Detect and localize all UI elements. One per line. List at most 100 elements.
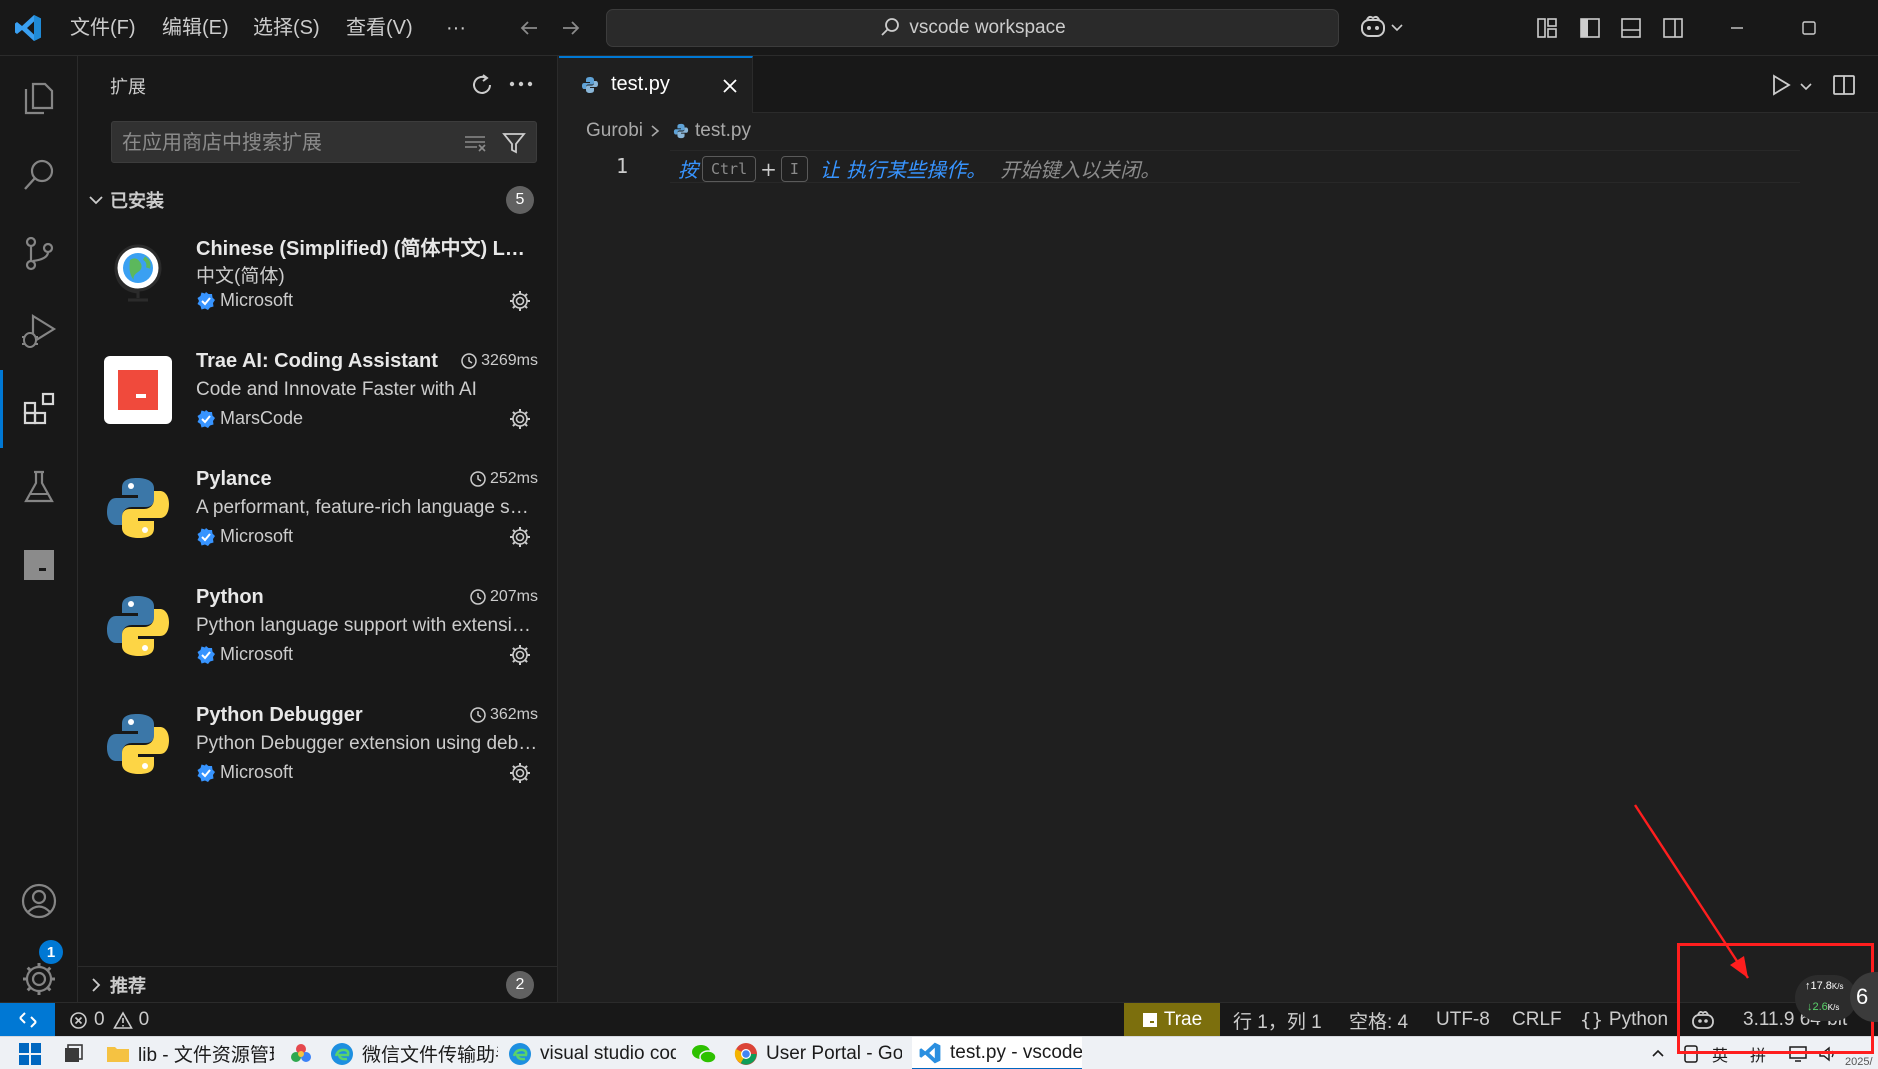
menu-view[interactable]: 查看(V)	[346, 14, 413, 42]
vscode-logo-icon[interactable]	[13, 13, 43, 43]
taskbar-item-chrome[interactable]: User Portal - Google Chrome	[734, 1037, 902, 1069]
verified-badge-icon	[196, 763, 216, 783]
recommended-label: 推荐	[110, 975, 146, 996]
remote-indicator[interactable]	[0, 1003, 55, 1037]
breadcrumb-file[interactable]: test.py	[695, 120, 751, 142]
manage-extension-gear-icon[interactable]	[509, 644, 531, 666]
menu-more[interactable]: ···	[446, 14, 466, 42]
testing-icon[interactable]	[0, 448, 78, 526]
extension-item-python[interactable]: Python 207ms Python language support wit…	[78, 582, 558, 700]
back-arrow-icon[interactable]	[515, 14, 543, 42]
filter-icon[interactable]	[502, 131, 526, 155]
history-icon	[469, 706, 487, 724]
recommended-count-badge: 2	[506, 970, 534, 999]
activation-time-value: 3269ms	[481, 352, 538, 369]
hint-key-ctrl: Ctrl	[702, 155, 757, 182]
taskbar-item-wechat-transfer[interactable]: 微信文件传输助手	[330, 1037, 498, 1069]
split-editor-icon[interactable]	[1832, 73, 1856, 97]
publisher-name: Microsoft	[220, 290, 294, 310]
encoding[interactable]: UTF-8	[1436, 1003, 1490, 1037]
extension-item-trae-ai[interactable]: Trae AI: Coding Assistant 3269ms Code an…	[78, 346, 558, 464]
command-center[interactable]: vscode workspace	[606, 9, 1339, 47]
extensions-icon[interactable]	[0, 370, 78, 448]
toggle-primary-sidebar-icon[interactable]	[1576, 14, 1604, 42]
chevron-down-icon	[88, 192, 104, 208]
maximize-icon[interactable]	[1795, 14, 1823, 42]
verified-badge-icon	[196, 527, 216, 547]
activation-time-value: 207ms	[489, 588, 538, 605]
customize-layout-icon[interactable]	[1533, 14, 1561, 42]
tab-test-py[interactable]: test.py	[559, 56, 753, 113]
menu-file[interactable]: 文件(F)	[70, 14, 136, 42]
task-view-icon[interactable]	[62, 1037, 84, 1069]
copilot-icon	[1358, 12, 1388, 42]
extension-publisher: Microsoft	[196, 762, 293, 783]
start-windows-icon[interactable]	[18, 1037, 42, 1069]
menu-edit[interactable]: 编辑(E)	[162, 14, 229, 42]
more-actions-icon[interactable]	[509, 80, 533, 88]
command-center-label: vscode workspace	[909, 17, 1066, 38]
network-speed-widget[interactable]: ↑17.8K/s ↓2.6K/s	[1795, 975, 1857, 1021]
refresh-icon[interactable]	[469, 72, 495, 98]
extension-item-python-debugger[interactable]: Python Debugger 362ms Python Debugger ex…	[78, 700, 558, 818]
taskbar-item-vscode[interactable]: test.py - vscode workspace	[912, 1037, 1082, 1069]
cursor-position[interactable]: 行 1，列 1	[1233, 1003, 1322, 1037]
verified-badge-icon	[196, 645, 216, 665]
forward-arrow-icon[interactable]	[557, 14, 585, 42]
photos-app-icon[interactable]	[288, 1037, 314, 1069]
minimize-icon[interactable]	[1723, 14, 1751, 42]
installed-label: 已安装	[110, 191, 164, 211]
taskbar-item-edge-vscode[interactable]: visual studio code	[508, 1037, 676, 1069]
run-debug-icon[interactable]	[0, 292, 78, 370]
editor-tab-bar: test.py	[559, 56, 1878, 113]
folder-icon	[106, 1044, 130, 1064]
language-mode[interactable]: {} Python	[1580, 1003, 1668, 1037]
line-ending[interactable]: CRLF	[1512, 1003, 1562, 1037]
chevron-down-icon	[1390, 20, 1404, 34]
publisher-name: Microsoft	[220, 526, 294, 546]
verified-badge-icon	[196, 291, 216, 311]
toggle-panel-icon[interactable]	[1617, 14, 1645, 42]
publisher-name: MarsCode	[220, 408, 304, 428]
menu-selection[interactable]: 选择(S)	[253, 14, 320, 42]
installed-section-header[interactable]: 已安装 5	[78, 182, 558, 218]
manage-extension-gear-icon[interactable]	[509, 762, 531, 784]
chevron-down-icon[interactable]	[1799, 80, 1813, 94]
accounts-icon[interactable]	[0, 862, 78, 940]
source-control-icon[interactable]	[0, 214, 78, 292]
toggle-secondary-sidebar-icon[interactable]	[1659, 14, 1687, 42]
manage-extension-gear-icon[interactable]	[509, 526, 531, 548]
copilot-menu[interactable]	[1358, 12, 1404, 42]
trae-icon[interactable]	[0, 526, 78, 604]
hint-action[interactable]: 让 执行某些操作。	[820, 154, 986, 183]
manage-extension-gear-icon[interactable]	[509, 290, 531, 312]
taskbar-item-file-explorer[interactable]: lib - 文件资源管理器	[106, 1037, 274, 1069]
extension-search-box[interactable]	[111, 121, 537, 163]
extension-item-pylance[interactable]: Pylance 252ms A performant, feature-rich…	[78, 464, 558, 582]
taskbar-label: User Portal - Google Chrome	[766, 1042, 902, 1064]
status-bar: 0 0 Trae 行 1，列 1 空格: 4 UTF-8 CRLF {} Pyt…	[0, 1002, 1878, 1037]
breadcrumb-folder[interactable]: Gurobi	[586, 120, 643, 142]
breadcrumb: Gurobi test.py	[586, 120, 751, 142]
python-file-icon	[581, 76, 599, 94]
search-activity-icon[interactable]	[0, 136, 78, 214]
hint-press: 按	[678, 158, 698, 182]
extension-search-input[interactable]	[112, 122, 452, 162]
close-icon[interactable]	[720, 76, 740, 96]
clear-filter-icon[interactable]	[463, 132, 487, 154]
sidebar-title: 扩展	[110, 77, 146, 97]
explorer-icon[interactable]	[0, 58, 78, 136]
braces-icon: {}	[1580, 1009, 1603, 1031]
extension-description: Python Debugger extension using debugpy	[196, 733, 538, 754]
recommended-section-header[interactable]: 推荐 2	[78, 966, 558, 1002]
trae-status-item[interactable]: Trae	[1124, 1003, 1220, 1037]
indentation[interactable]: 空格: 4	[1349, 1003, 1408, 1037]
run-python-file-icon[interactable]	[1769, 73, 1793, 97]
wechat-icon[interactable]	[690, 1037, 718, 1069]
trae-status-label: Trae	[1163, 1009, 1203, 1030]
chevron-up-icon[interactable]	[1650, 1037, 1666, 1069]
problems-indicator[interactable]: 0 0	[69, 1003, 149, 1037]
extension-item-chinese-pack[interactable]: Chinese (Simplified) (简体中文) Language Pac…	[78, 228, 558, 346]
editor-line[interactable]: 1 按 Ctrl + I 让 执行某些操作。 开始键入以关闭。	[559, 150, 1800, 184]
manage-extension-gear-icon[interactable]	[509, 408, 531, 430]
